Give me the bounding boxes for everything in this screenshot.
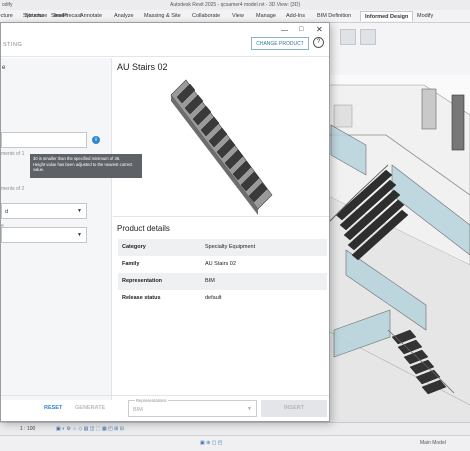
details-row-family: Family AU Stairs 02 (118, 256, 327, 273)
tab-modify[interactable]: Modify (417, 13, 433, 19)
view-control-icons[interactable]: ▣ ◐ ⚙ ☼ ◇ ▤ ◫ ⬚ ▦ ◰ ⊞ ⊟ (56, 426, 124, 432)
ribbon-tool-icon[interactable] (340, 29, 356, 45)
tab-insert[interactable]: Insert (54, 13, 68, 19)
details-value: default (205, 295, 222, 301)
info-icon[interactable]: i (92, 136, 100, 144)
tab-analyze[interactable]: Analyze (114, 13, 134, 19)
tab-view[interactable]: View (232, 13, 244, 19)
reset-button[interactable]: RESET (44, 405, 62, 411)
tab-add-ins[interactable]: Add-Ins (286, 13, 305, 19)
product-details-heading: Product details (117, 224, 170, 233)
active-model-label[interactable]: Main Model (420, 440, 446, 446)
3d-viewport[interactable] (326, 75, 470, 422)
generate-button[interactable]: GENERATE (75, 405, 105, 411)
window-title-bar: odify Autodesk Revit 2025 - qcsamer4 mod… (0, 0, 470, 10)
header-left-label: STING (3, 42, 23, 48)
requirements-label-2: ments of 2 (1, 186, 25, 192)
panel-heading-fragment: e (2, 65, 6, 71)
option-select-1[interactable]: d ▼ (1, 203, 87, 219)
help-icon[interactable]: ? (313, 37, 324, 48)
tab-massing-site[interactable]: Massing & Site (144, 13, 181, 19)
tab-bim-definition[interactable]: BIM Definition (317, 13, 351, 19)
insert-button[interactable]: INSERT (261, 400, 327, 417)
view-scale[interactable]: 1 : 100 (20, 426, 35, 432)
chevron-down-icon: ▼ (247, 406, 252, 412)
window-title: Autodesk Revit 2025 - qcsamer4 model.rvt… (170, 2, 300, 8)
maximize-icon[interactable]: □ (299, 26, 303, 33)
details-row-representation: Representation BIM (118, 273, 327, 290)
view-control-bar: 1 : 100 ▣ ◐ ⚙ ☼ ◇ ▤ ◫ ⬚ ▦ ◰ ⊞ ⊟ (0, 422, 470, 435)
representation-select[interactable]: Representations BIM ▼ (128, 398, 257, 417)
stairs-preview-image (170, 79, 273, 215)
tooltip-line-2: Height value has been adjusted to the ne… (33, 161, 133, 167)
product-title: AU Stairs 02 (117, 62, 168, 72)
details-value: AU Stairs 02 (205, 261, 236, 267)
height-input[interactable] (1, 132, 87, 148)
requirements-label-1: ments of 1 (1, 151, 25, 157)
footer-divider (1, 395, 329, 396)
preview-divider (113, 216, 329, 217)
minimize-icon[interactable]: — (281, 27, 288, 34)
details-value: BIM (205, 278, 215, 284)
validation-tooltip: 30 is smaller than the specified minimum… (30, 154, 142, 178)
header-divider (1, 56, 329, 57)
tab-informed-design[interactable]: Informed Design (360, 11, 414, 21)
ribbon-tool-icon[interactable] (360, 29, 376, 45)
tab-systems[interactable]: Systems (23, 13, 44, 19)
details-key: Family (122, 261, 140, 267)
tab-annotate[interactable]: Annotate (80, 13, 102, 19)
details-row-release-status: Release status default (118, 290, 327, 307)
details-key: Release status (122, 295, 161, 301)
building-3d-view (326, 84, 470, 422)
representation-select-label: Representations (135, 398, 168, 403)
tab-collaborate[interactable]: Collaborate (192, 13, 220, 19)
option-select-2[interactable]: ▼ (1, 227, 87, 243)
tab-manage[interactable]: Manage (256, 13, 276, 19)
details-key: Representation (122, 278, 163, 284)
details-value: Specialty Equipment (205, 244, 256, 250)
chevron-down-icon: ▼ (77, 208, 82, 214)
representation-select-value: BIM (133, 407, 143, 413)
chevron-down-icon: ▼ (77, 232, 82, 238)
change-product-button[interactable]: CHANGE PRODUCT (251, 37, 309, 50)
informed-design-dialog: — □ ✕ STING CHANGE PRODUCT ? e i ments o… (0, 22, 330, 422)
option-select-1-value: d (5, 209, 9, 215)
tab-architecture[interactable]: tecture (0, 13, 13, 19)
details-row-category: Category Specialty Equipment (118, 239, 327, 256)
close-icon[interactable]: ✕ (316, 25, 323, 34)
configuration-panel: e i ments of 1 ments of 2 d ▼ e ▼ (1, 58, 112, 400)
tooltip-line-3: value. (33, 167, 45, 172)
status-bar: ▣ ⊕ ▢ ◰ Main Model (0, 435, 470, 451)
status-icons[interactable]: ▣ ⊕ ▢ ◰ (200, 440, 223, 446)
details-key: Category (122, 244, 146, 250)
